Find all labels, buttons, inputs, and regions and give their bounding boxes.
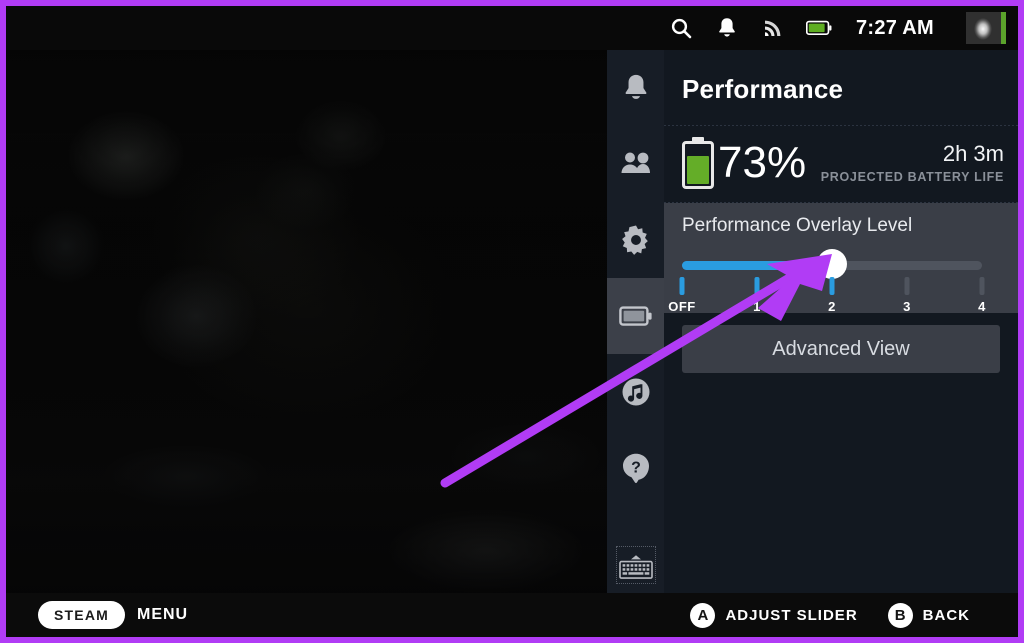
button-glyph-a: A (690, 602, 716, 628)
slider-tick-3[interactable] (904, 277, 910, 295)
battery-status-row: 73% 2h 3m PROJECTED BATTERY LIFE (664, 126, 1018, 202)
sidebar-item-notifications[interactable] (607, 50, 664, 126)
slider-tick-label-4: 4 (978, 299, 986, 314)
battery-percent-label: 73% (718, 138, 807, 187)
quick-access-sidebar: ? (607, 50, 664, 593)
sidebar-item-friends[interactable] (607, 126, 664, 202)
slider-tick-2[interactable] (829, 277, 835, 295)
svg-text:?: ? (631, 460, 641, 477)
performance-overlay-level-section: Performance Overlay Level OFF 1 2 3 4 (664, 203, 1018, 315)
keyboard-icon (615, 546, 656, 584)
projected-battery-caption: PROJECTED BATTERY LIFE (820, 169, 1004, 184)
menu-label: MENU (137, 606, 189, 623)
advanced-view-button[interactable]: Advanced View (682, 325, 1000, 373)
notifications-bell-icon[interactable] (714, 15, 740, 41)
performance-overlay-level-label: Performance Overlay Level (682, 215, 913, 236)
button-hint-a[interactable]: A ADJUST SLIDER (690, 602, 875, 628)
slider-tick-label-3: 3 (903, 299, 911, 314)
screen-inner: 7:27 AM ? Performance 73% 2h 3m PROJECTE… (6, 6, 1018, 637)
battery-level-icon (682, 137, 714, 189)
slider-track-fill (682, 261, 832, 270)
slider-tick-4[interactable] (979, 277, 985, 295)
performance-overlay-slider[interactable]: OFF 1 2 3 4 (668, 249, 1000, 315)
sidebar-item-performance[interactable] (607, 278, 664, 354)
music-note-icon (621, 377, 651, 407)
top-status-bar: 7:27 AM (6, 6, 1018, 50)
page-title: Performance (682, 74, 844, 104)
slider-tick-1[interactable] (754, 277, 760, 295)
button-hints: A ADJUST SLIDER B BACK (690, 602, 988, 628)
slider-tick-label-2: 2 (828, 299, 836, 314)
slider-tick-off[interactable] (679, 277, 685, 295)
battery-body (682, 141, 714, 189)
button-action-label: BACK (922, 606, 970, 624)
battery-icon (618, 305, 653, 327)
slider-tick-label-off: OFF (668, 299, 696, 314)
battery-projection: 2h 3m PROJECTED BATTERY LIFE (820, 141, 1004, 184)
avatar-photo (966, 12, 1001, 44)
button-hint-b[interactable]: B BACK (887, 602, 988, 628)
bottom-bar: STEAM MENU A ADJUST SLIDER B BACK (6, 593, 1018, 637)
sidebar-item-settings[interactable] (607, 202, 664, 278)
battery-fill (687, 156, 709, 184)
steam-deck-screen: 7:27 AM ? Performance 73% 2h 3m PROJECTE… (0, 0, 1024, 643)
sidebar-item-music[interactable] (607, 354, 664, 430)
steam-button[interactable]: STEAM (38, 601, 125, 629)
button-glyph-b: B (887, 602, 913, 628)
gear-icon (621, 225, 651, 255)
bell-icon (621, 72, 651, 104)
advanced-view-row: Advanced View (664, 313, 1018, 373)
performance-panel: Performance 73% 2h 3m PROJECTED BATTERY … (664, 50, 1018, 593)
search-icon[interactable] (668, 15, 694, 41)
wifi-icon[interactable] (760, 15, 786, 41)
on-screen-keyboard-button[interactable] (607, 537, 664, 593)
performance-overlay-slider-thumb[interactable] (817, 249, 847, 279)
user-avatar[interactable] (966, 12, 1006, 44)
clock: 7:27 AM (855, 16, 934, 39)
button-action-label: ADJUST SLIDER (725, 606, 858, 624)
projected-battery-time: 2h 3m (942, 141, 1004, 167)
slider-tick-label-1: 1 (753, 299, 761, 314)
sidebar-item-help[interactable]: ? (607, 430, 664, 506)
battery-status-icon[interactable] (805, 15, 832, 41)
friends-icon (619, 150, 653, 178)
question-mark-icon: ? (621, 452, 651, 484)
avatar-online-status (1001, 12, 1006, 44)
